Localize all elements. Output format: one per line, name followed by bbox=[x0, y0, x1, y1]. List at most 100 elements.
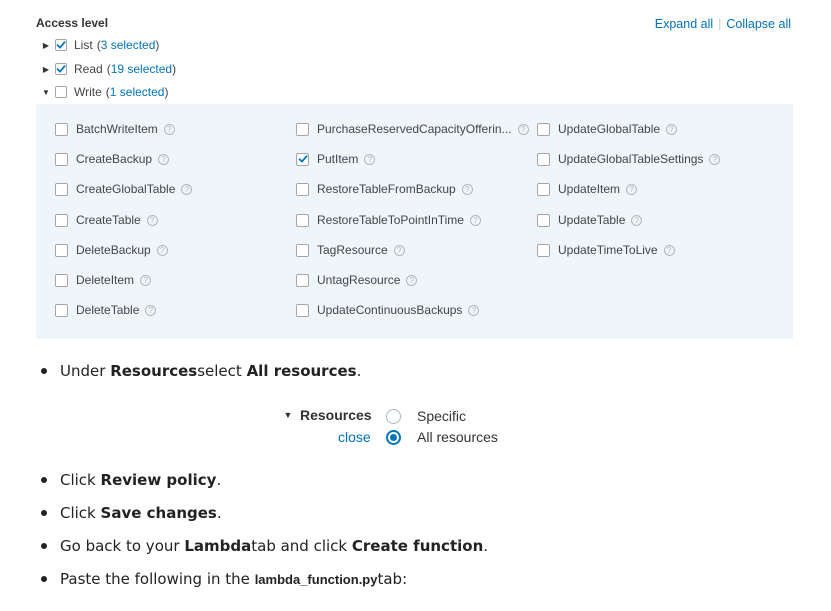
help-icon[interactable]: ? bbox=[517, 123, 529, 135]
write-action-item[interactable]: PutItem? bbox=[296, 150, 376, 168]
write-action-item[interactable]: DeleteItem? bbox=[55, 271, 152, 289]
text: tab: bbox=[377, 570, 408, 588]
help-icon[interactable]: ? bbox=[156, 244, 168, 256]
radio-all-resources[interactable] bbox=[386, 429, 401, 445]
write-action-item[interactable]: RestoreTableFromBackup? bbox=[296, 180, 473, 198]
write-action-item[interactable]: UpdateContinuousBackups? bbox=[296, 301, 480, 319]
write-action-item[interactable]: UpdateTimeToLive? bbox=[537, 241, 675, 259]
action-name: TagResource bbox=[317, 243, 388, 257]
action-checkbox[interactable] bbox=[55, 303, 68, 317]
selected-count-link[interactable]: 3 selected bbox=[101, 38, 156, 52]
selected-count-link[interactable]: 1 selected bbox=[110, 85, 165, 99]
help-icon[interactable]: ? bbox=[146, 214, 158, 226]
help-icon[interactable]: ? bbox=[461, 183, 473, 195]
action-name: UpdateContinuousBackups bbox=[317, 303, 463, 317]
bold-text: All resources bbox=[246, 362, 357, 380]
bold-text: Lambda bbox=[184, 537, 252, 555]
action-checkbox[interactable] bbox=[55, 243, 68, 257]
access-level-name: Read bbox=[74, 62, 103, 76]
action-checkbox[interactable] bbox=[296, 122, 309, 136]
write-action-item[interactable]: CreateGlobalTable? bbox=[55, 180, 193, 198]
text: . bbox=[216, 504, 222, 522]
action-checkbox[interactable] bbox=[537, 152, 550, 166]
help-icon[interactable]: ? bbox=[468, 304, 480, 316]
access-level-row-write: ▼ Write (1 selected) bbox=[40, 83, 168, 101]
action-name: DeleteItem bbox=[76, 273, 135, 287]
action-checkbox[interactable] bbox=[296, 152, 309, 166]
resources-close-link[interactable]: close bbox=[338, 429, 371, 445]
write-action-item[interactable]: UpdateGlobalTable? bbox=[537, 120, 678, 138]
help-icon[interactable]: ? bbox=[631, 214, 643, 226]
bullet-dot bbox=[41, 510, 47, 516]
help-icon[interactable]: ? bbox=[163, 123, 175, 135]
write-action-item[interactable]: CreateBackup? bbox=[55, 150, 170, 168]
caret-right-icon[interactable]: ▶ bbox=[40, 41, 52, 50]
help-icon[interactable]: ? bbox=[364, 153, 376, 165]
write-action-item[interactable]: DeleteBackup? bbox=[55, 241, 168, 259]
access-level-checkbox[interactable] bbox=[55, 63, 67, 75]
action-name: PurchaseReservedCapacityOfferin... bbox=[317, 122, 512, 136]
help-icon[interactable]: ? bbox=[626, 183, 638, 195]
action-checkbox[interactable] bbox=[537, 213, 550, 227]
help-icon[interactable]: ? bbox=[140, 274, 152, 286]
write-action-item[interactable]: CreateTable? bbox=[55, 211, 158, 229]
radio-specific[interactable] bbox=[386, 408, 401, 424]
write-action-item[interactable]: UntagResource? bbox=[296, 271, 418, 289]
action-checkbox[interactable] bbox=[296, 303, 309, 317]
action-checkbox[interactable] bbox=[296, 243, 309, 257]
caret-right-icon[interactable]: ▶ bbox=[40, 65, 52, 74]
action-checkbox[interactable] bbox=[55, 122, 68, 136]
action-name: RestoreTableToPointInTime bbox=[317, 213, 464, 227]
help-icon[interactable]: ? bbox=[709, 153, 721, 165]
action-checkbox[interactable] bbox=[55, 273, 68, 287]
write-action-item[interactable]: RestoreTableToPointInTime? bbox=[296, 211, 481, 229]
write-action-item[interactable]: TagResource? bbox=[296, 241, 405, 259]
caret-down-icon: ▼ bbox=[283, 410, 293, 420]
caret-down-icon[interactable]: ▼ bbox=[40, 88, 52, 97]
option-label: All resources bbox=[417, 429, 498, 445]
action-checkbox[interactable] bbox=[55, 213, 68, 227]
access-level-row-list: ▶ List (3 selected) bbox=[40, 36, 159, 54]
help-icon[interactable]: ? bbox=[406, 274, 418, 286]
access-level-label: Write (1 selected) bbox=[74, 85, 168, 99]
write-action-item[interactable]: UpdateItem? bbox=[537, 180, 638, 198]
action-checkbox[interactable] bbox=[296, 273, 309, 287]
action-checkbox[interactable] bbox=[296, 182, 309, 196]
resources-option-all[interactable]: All resources bbox=[386, 429, 498, 445]
instruction-under-resources: Under Resources select All resources. bbox=[40, 362, 361, 380]
access-level-checkbox[interactable] bbox=[55, 39, 67, 51]
action-checkbox[interactable] bbox=[55, 182, 68, 196]
bold-text: Review policy bbox=[100, 471, 217, 489]
bold-text: Create function bbox=[351, 537, 484, 555]
action-name: UpdateGlobalTableSettings bbox=[558, 152, 704, 166]
instruction-save-changes: Click Save changes. bbox=[40, 504, 222, 522]
selected-count-link[interactable]: 19 selected bbox=[111, 62, 172, 76]
help-icon[interactable]: ? bbox=[145, 304, 157, 316]
help-icon[interactable]: ? bbox=[469, 214, 481, 226]
help-icon[interactable]: ? bbox=[393, 244, 405, 256]
resources-option-specific[interactable]: Specific bbox=[386, 408, 466, 424]
resources-section-label[interactable]: ▼ Resources bbox=[282, 407, 372, 423]
action-name: UpdateTimeToLive bbox=[558, 243, 658, 257]
collapse-all-link[interactable]: Collapse all bbox=[726, 17, 791, 31]
action-checkbox[interactable] bbox=[537, 122, 550, 136]
action-name: DeleteTable bbox=[76, 303, 140, 317]
paren-close: ) bbox=[155, 38, 160, 52]
help-icon[interactable]: ? bbox=[158, 153, 170, 165]
write-action-item[interactable]: DeleteTable? bbox=[55, 301, 157, 319]
write-action-item[interactable]: BatchWriteItem? bbox=[55, 120, 175, 138]
help-icon[interactable]: ? bbox=[181, 183, 193, 195]
action-checkbox[interactable] bbox=[296, 213, 309, 227]
help-icon[interactable]: ? bbox=[666, 123, 678, 135]
action-checkbox[interactable] bbox=[55, 152, 68, 166]
expand-all-link[interactable]: Expand all bbox=[655, 17, 713, 31]
action-checkbox[interactable] bbox=[537, 182, 550, 196]
text: Paste the following in the bbox=[60, 570, 250, 588]
write-action-item[interactable]: UpdateTable? bbox=[537, 211, 643, 229]
write-action-item[interactable]: PurchaseReservedCapacityOfferin...? bbox=[296, 120, 529, 138]
access-level-checkbox[interactable] bbox=[55, 86, 67, 98]
text: Click bbox=[60, 471, 96, 489]
action-checkbox[interactable] bbox=[537, 243, 550, 257]
write-action-item[interactable]: UpdateGlobalTableSettings? bbox=[537, 150, 721, 168]
help-icon[interactable]: ? bbox=[663, 244, 675, 256]
